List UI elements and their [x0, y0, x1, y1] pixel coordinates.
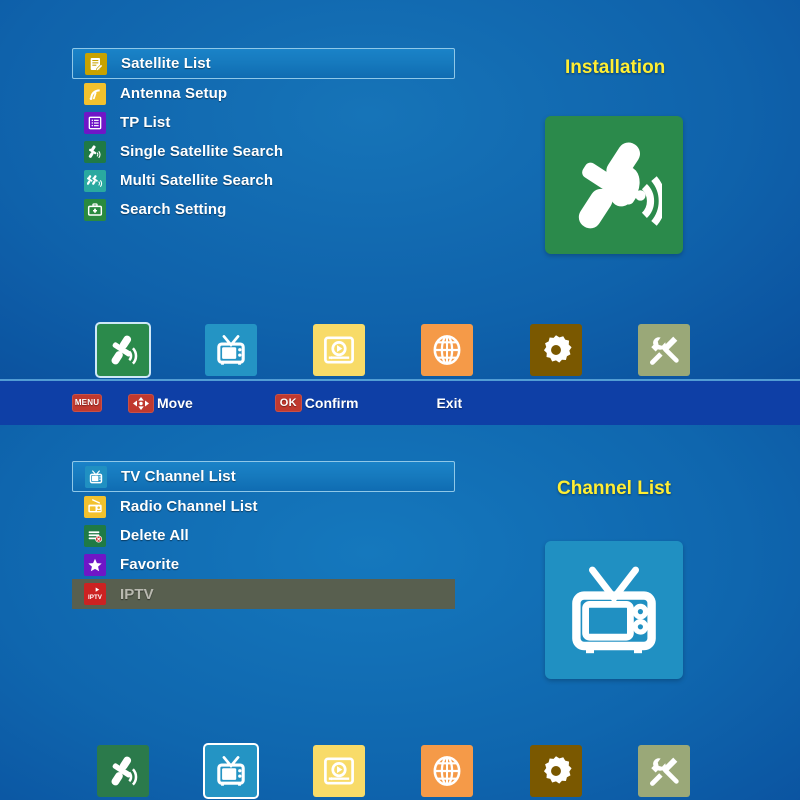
status-confirm-label: Confirm: [304, 395, 359, 411]
channel-list-panel: Channel List TV Channel List Radio Channe…: [0, 425, 800, 800]
menu-item-single-satellite-search[interactable]: Single Satellite Search: [72, 137, 455, 166]
tp-list-icon: [84, 111, 106, 134]
menu-item-label: TV Channel List: [121, 468, 236, 485]
favorite-star-icon: [84, 553, 106, 576]
installation-tile: [545, 116, 683, 254]
status-bar: Move OK Confirm MENU Exit: [0, 381, 800, 425]
strip-media-player-icon[interactable]: [313, 324, 365, 376]
search-setting-icon: [84, 198, 106, 221]
antenna-setup-icon: [84, 82, 106, 105]
strip-tools-icon[interactable]: [638, 745, 690, 797]
menu-item-label: Radio Channel List: [120, 498, 258, 515]
ok-key-badge: OK: [274, 394, 302, 412]
strip-system-setup-icon[interactable]: [530, 324, 582, 376]
channel-list-menu[interactable]: TV Channel List Radio Channel List Delete …: [72, 461, 455, 609]
menu-item-favorite[interactable]: Favorite: [72, 550, 455, 579]
single-search-icon: [84, 140, 106, 163]
status-move: Move: [128, 393, 193, 413]
menu-item-multi-satellite-search[interactable]: Multi Satellite Search: [72, 166, 455, 195]
menu-item-label: TP List: [120, 114, 171, 131]
menu-item-label: Search Setting: [120, 201, 227, 218]
menu-item-label: Favorite: [120, 556, 180, 573]
channel-list-title: Channel List: [557, 478, 672, 499]
menu-item-tv-channel-list[interactable]: TV Channel List: [72, 461, 455, 492]
strip-installation-icon[interactable]: [97, 745, 149, 797]
strip-channel-list-icon[interactable]: [205, 745, 257, 797]
channel-list-tile: [545, 541, 683, 679]
strip-network-icon[interactable]: [421, 324, 473, 376]
installation-title: Installation: [565, 57, 666, 78]
menu-item-label: Satellite List: [121, 55, 211, 72]
menu-item-label: Delete All: [120, 527, 189, 544]
strip-media-player-icon[interactable]: [313, 745, 365, 797]
strip-channel-list-icon[interactable]: [205, 324, 257, 376]
strip-network-icon[interactable]: [421, 745, 473, 797]
status-exit: MENU Exit: [72, 394, 463, 412]
menu-item-label: Antenna Setup: [120, 85, 228, 102]
menu-key-badge: MENU: [72, 394, 102, 412]
status-confirm: OK Confirm: [274, 394, 359, 412]
dpad-key-icon: [128, 393, 154, 413]
status-exit-label: Exit: [436, 395, 463, 411]
menu-item-antenna-setup[interactable]: Antenna Setup: [72, 79, 455, 108]
channel-list-icon-strip[interactable]: [0, 745, 800, 800]
installation-menu[interactable]: Satellite List Antenna Setup TP List Single…: [72, 48, 455, 224]
menu-item-label: IPTV: [120, 585, 154, 603]
delete-all-icon: [84, 524, 106, 547]
menu-item-tp-list[interactable]: TP List: [72, 108, 455, 137]
satellite-list-icon: [85, 52, 107, 75]
strip-tools-icon[interactable]: [638, 324, 690, 376]
iptv-icon: IPTV: [84, 583, 106, 605]
menu-item-iptv[interactable]: IPTV IPTV: [72, 579, 455, 609]
menu-item-delete-all[interactable]: Delete All: [72, 521, 455, 550]
installation-panel: Installation Satellite List Antenna Setup…: [0, 0, 800, 381]
menu-item-search-setting[interactable]: Search Setting: [72, 195, 455, 224]
strip-system-setup-icon[interactable]: [530, 745, 582, 797]
radio-channel-icon: [84, 495, 106, 518]
menu-item-label: Single Satellite Search: [120, 143, 284, 160]
status-move-label: Move: [157, 395, 193, 411]
menu-item-satellite-list[interactable]: Satellite List: [72, 48, 455, 79]
svg-text:IPTV: IPTV: [88, 594, 103, 601]
multi-search-icon: [84, 169, 106, 192]
strip-installation-icon[interactable]: [97, 324, 149, 376]
receiver-screen: Installation Satellite List Antenna Setup…: [0, 0, 800, 800]
menu-item-label: Multi Satellite Search: [120, 172, 274, 189]
tv-channel-icon: [85, 465, 107, 488]
installation-icon-strip[interactable]: [0, 324, 800, 380]
menu-item-radio-channel-list[interactable]: Radio Channel List: [72, 492, 455, 521]
